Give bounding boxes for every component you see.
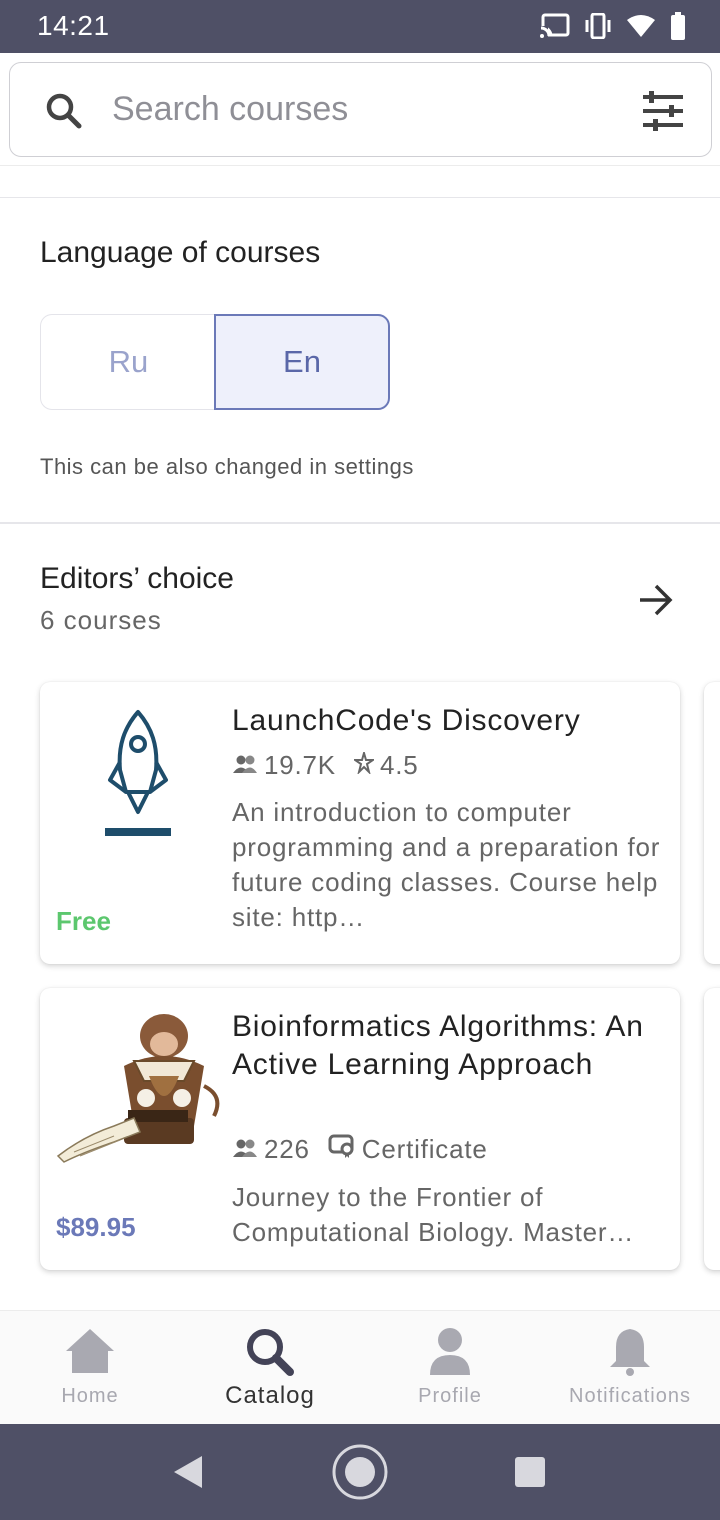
language-section-title: Language of courses: [40, 236, 321, 269]
course-price: Free: [56, 906, 111, 936]
bottom-nav: Home Catalog Profile Notifications: [0, 1310, 720, 1424]
rating-icon: [351, 749, 380, 781]
course-meta: 19.7K 4.5: [232, 749, 437, 781]
status-bar: 14:21: [0, 0, 720, 53]
divider: [0, 522, 720, 524]
search-input[interactable]: [112, 85, 612, 133]
course-card[interactable]: Free LaunchCode's Discovery 19.7K 4.5 An…: [40, 682, 680, 964]
status-time: 14:21: [37, 10, 110, 41]
learners-count: 19.7K: [232, 750, 336, 781]
course-title: Bioinformatics Algorithms: An Active Lea…: [232, 1010, 644, 1081]
filter-icon[interactable]: [641, 91, 685, 136]
learners-value: 19.7K: [264, 750, 336, 780]
course-price: $89.95: [56, 1212, 136, 1242]
course-illustration-monkey: [54, 1006, 226, 1196]
certificate: Certificate: [328, 1134, 488, 1165]
learners-count: 226: [232, 1134, 310, 1165]
home-icon: [64, 1327, 116, 1380]
home-circle-icon[interactable]: [331, 1443, 389, 1506]
certificate-label: Certificate: [361, 1134, 488, 1164]
course-card[interactable]: $89.95 Bioinformatics Algorithms: An Act…: [40, 988, 680, 1270]
next-card-peek[interactable]: [704, 682, 720, 964]
rating-value: 4.5: [379, 750, 419, 780]
learners-icon: [232, 1134, 264, 1165]
battery-icon: [670, 12, 686, 40]
rating: 4.5: [351, 749, 419, 781]
system-nav-bar: [0, 1424, 720, 1520]
search-icon: [45, 92, 83, 135]
language-option-en[interactable]: En: [214, 314, 390, 410]
nav-label: Notifications: [569, 1385, 691, 1407]
next-card-peek[interactable]: [704, 988, 720, 1270]
recents-icon[interactable]: [514, 1456, 546, 1493]
wifi-icon: [626, 14, 656, 38]
editors-choice-count: 6 courses: [40, 605, 162, 635]
learners-value: 226: [264, 1134, 310, 1164]
vibrate-icon: [584, 13, 612, 39]
course-description: An introduction to computer programming …: [232, 797, 661, 932]
course-meta: 226 Certificate: [232, 1134, 506, 1165]
profile-icon: [428, 1327, 472, 1382]
search-box[interactable]: [9, 62, 712, 157]
bell-icon: [608, 1327, 652, 1382]
nav-item-home[interactable]: Home: [0, 1311, 180, 1425]
app-root: 14:21 Langua: [0, 0, 720, 1520]
nav-label: Catalog: [225, 1382, 315, 1409]
learners-icon: [232, 750, 264, 781]
arrow-right-icon[interactable]: [636, 580, 676, 625]
nav-label: Profile: [418, 1385, 482, 1407]
status-icons: [540, 12, 686, 40]
back-icon[interactable]: [172, 1454, 204, 1495]
nav-item-catalog[interactable]: Catalog: [180, 1311, 360, 1425]
language-option-ru[interactable]: Ru: [40, 314, 216, 410]
nav-item-notifications[interactable]: Notifications: [540, 1311, 720, 1425]
cast-icon: [540, 13, 570, 39]
course-logo-rocket: [54, 700, 226, 890]
nav-item-profile[interactable]: Profile: [360, 1311, 540, 1425]
language-toggle: Ru En: [40, 314, 390, 410]
search-bar: [0, 53, 720, 166]
course-description: Journey to the Frontier of Computational…: [232, 1182, 635, 1247]
section-spacer: [0, 166, 720, 198]
certificate-icon: [328, 1134, 362, 1165]
editors-choice-title: Editors’ choice: [40, 562, 234, 595]
search-icon: [244, 1327, 296, 1382]
nav-label: Home: [61, 1385, 119, 1407]
language-hint: This can be also changed in settings: [40, 454, 414, 479]
course-title: LaunchCode's Discovery: [232, 704, 581, 737]
